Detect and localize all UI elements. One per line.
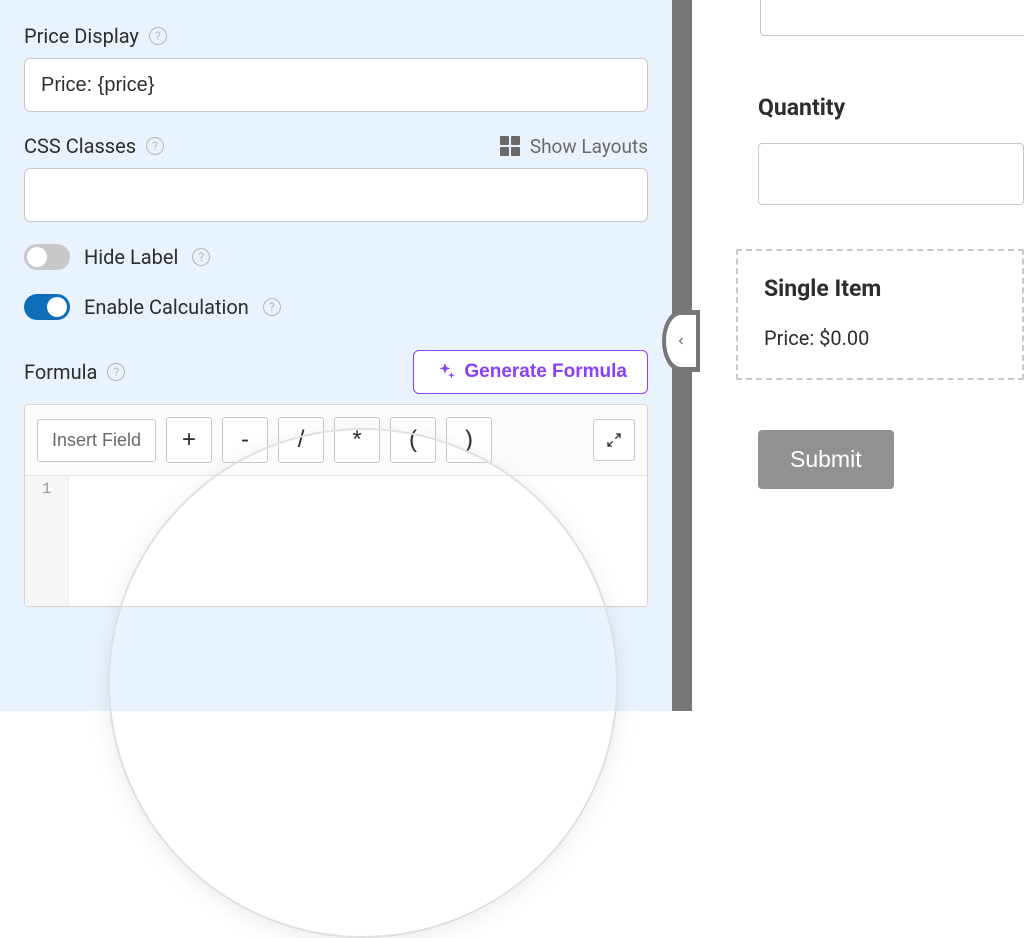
price-display-label-text: Price Display (24, 24, 139, 48)
quantity-label: Quantity (758, 94, 1024, 121)
css-classes-group: CSS Classes ? Show Layouts (24, 134, 648, 222)
code-body[interactable] (69, 476, 647, 606)
operator-minus-button[interactable]: - (222, 417, 268, 463)
enable-calculation-row: Enable Calculation ? (24, 294, 648, 320)
submit-button[interactable]: Submit (758, 430, 894, 489)
operator-close-paren-button[interactable]: ) (446, 417, 492, 463)
price-display-label-row: Price Display ? (24, 24, 648, 48)
collapse-panel-button[interactable] (662, 310, 700, 372)
help-icon[interactable]: ? (192, 248, 210, 266)
css-classes-label-text: CSS Classes (24, 134, 136, 158)
operator-divide-button[interactable]: / (278, 417, 324, 463)
preview-input[interactable] (760, 0, 1024, 36)
single-item-block[interactable]: Single Item Price: $0.00 (736, 249, 1024, 380)
operator-multiply-button[interactable]: * (334, 417, 380, 463)
formula-header: Formula ? Generate Formula (24, 350, 648, 394)
expand-editor-button[interactable] (593, 419, 635, 461)
hide-label-text: Hide Label (84, 245, 178, 269)
hide-label-row: Hide Label ? (24, 244, 648, 270)
sparkle-icon (434, 361, 456, 383)
formula-label: Formula ? (24, 360, 125, 384)
insert-field-button[interactable]: Insert Field (37, 419, 156, 462)
quantity-input[interactable] (758, 143, 1024, 205)
operator-open-paren-button[interactable]: ( (390, 417, 436, 463)
settings-panel: Price Display ? CSS Classes ? Show Layou… (0, 0, 672, 711)
operator-plus-button[interactable]: + (166, 417, 212, 463)
price-display-group: Price Display ? (24, 24, 648, 112)
help-icon[interactable]: ? (107, 363, 125, 381)
show-layouts-text: Show Layouts (530, 135, 648, 158)
formula-toolbar: Insert Field + - / * ( ) (25, 405, 647, 476)
single-item-price: Price: $0.00 (764, 326, 996, 350)
line-number: 1 (25, 480, 68, 498)
preview-panel: Quantity Single Item Price: $0.00 Submit (692, 0, 1024, 711)
enable-calculation-text: Enable Calculation (84, 295, 249, 319)
hide-label-toggle[interactable] (24, 244, 70, 270)
show-layouts-button[interactable]: Show Layouts (500, 135, 648, 158)
enable-calculation-toggle[interactable] (24, 294, 70, 320)
css-classes-label-row: CSS Classes ? Show Layouts (24, 134, 648, 158)
generate-formula-text: Generate Formula (464, 361, 627, 383)
grid-icon (500, 136, 520, 156)
price-display-label: Price Display ? (24, 24, 167, 48)
generate-formula-button[interactable]: Generate Formula (413, 350, 648, 394)
formula-label-text: Formula (24, 360, 97, 384)
css-classes-input[interactable] (24, 168, 648, 222)
help-icon[interactable]: ? (263, 298, 281, 316)
help-icon[interactable]: ? (149, 27, 167, 45)
css-classes-label: CSS Classes ? (24, 134, 164, 158)
help-icon[interactable]: ? (146, 137, 164, 155)
code-area[interactable]: 1 (25, 476, 647, 606)
chevron-left-icon (675, 333, 687, 349)
formula-editor: Insert Field + - / * ( ) 1 (24, 404, 648, 607)
price-display-input[interactable] (24, 58, 648, 112)
expand-icon (606, 432, 622, 448)
single-item-title: Single Item (764, 275, 996, 302)
line-gutter: 1 (25, 476, 69, 606)
